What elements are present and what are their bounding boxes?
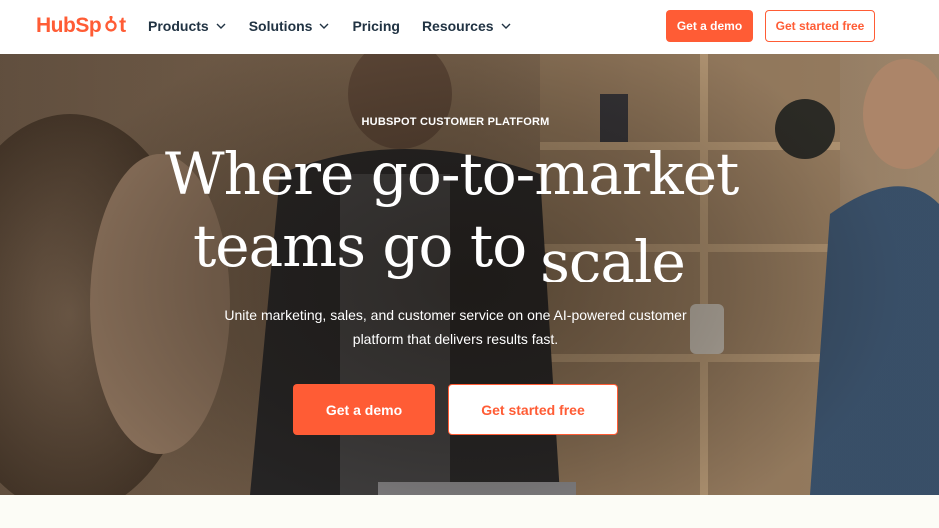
headline-rotating-text: scale	[540, 238, 685, 282]
nav-products-label: Products	[148, 18, 209, 34]
top-navbar: Hub Sp t Products Solutions Pricing Resou…	[0, 0, 939, 54]
nav-get-demo-button[interactable]: Get a demo	[666, 10, 753, 42]
nav-pricing-label: Pricing	[352, 18, 400, 34]
logo-s: S	[75, 14, 89, 37]
hero-subtext: Unite marketing, sales, and customer ser…	[224, 307, 687, 347]
nav-pricing[interactable]: Pricing	[352, 16, 399, 36]
nav-solutions[interactable]: Solutions	[249, 16, 331, 36]
hero-section: HUBSPOT CUSTOMER PLATFORM Where go-to-ma…	[0, 54, 939, 495]
headline-rotating-word: scale	[540, 238, 685, 282]
chevron-down-icon	[216, 23, 226, 29]
nav-resources-label: Resources	[421, 18, 494, 34]
headline-line-1: Where go-to-market	[165, 140, 739, 208]
nav-solutions-label: Solutions	[248, 18, 313, 34]
logo-text-start: Hub	[36, 14, 76, 37]
hubspot-logo[interactable]: Hub Sp t	[36, 13, 126, 39]
chevron-down-icon	[319, 23, 329, 29]
primary-menu: Products Solutions Pricing Resources	[148, 16, 534, 36]
chevron-down-icon	[501, 23, 511, 29]
nav-products[interactable]: Products	[148, 16, 227, 36]
below-hero-section	[0, 495, 939, 528]
logo-p: p	[88, 14, 102, 37]
nav-get-started-free-button[interactable]: Get started free	[765, 10, 875, 42]
hero-headline: Where go-to-market teams go to scale	[165, 138, 765, 282]
hero-eyebrow: HUBSPOT CUSTOMER PLATFORM	[361, 116, 550, 128]
headline-line-2-text: teams go to	[193, 212, 527, 280]
sprocket-icon	[105, 16, 117, 32]
headline-line-2: teams go to scale	[165, 210, 765, 282]
hero-get-demo-button[interactable]: Get a demo	[293, 384, 435, 435]
nav-resources[interactable]: Resources	[422, 16, 512, 36]
hero-get-started-free-button[interactable]: Get started free	[448, 384, 618, 435]
